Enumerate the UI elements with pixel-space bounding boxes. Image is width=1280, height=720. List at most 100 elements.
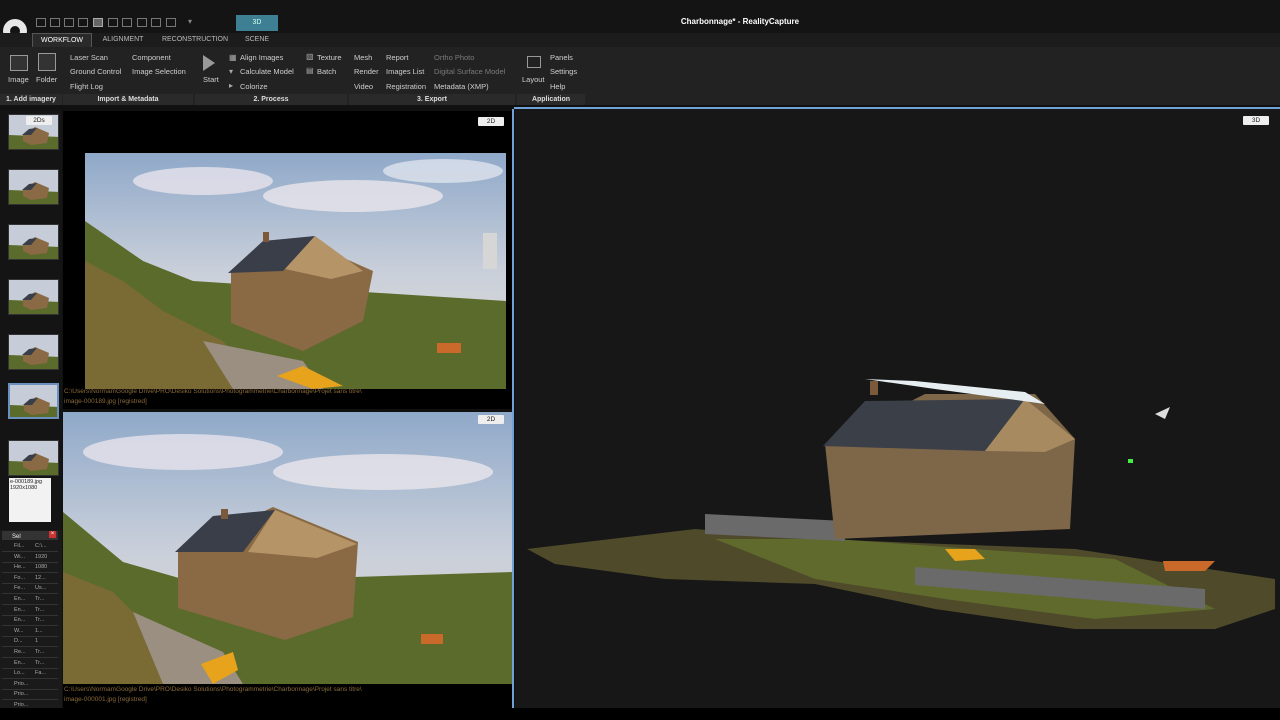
redo-icon[interactable] (166, 18, 176, 27)
tab-3d[interactable]: 3D (236, 15, 278, 31)
property-row[interactable]: He... 1080 (2, 562, 58, 574)
render-button[interactable]: Render (354, 67, 379, 76)
property-key: Prio... (14, 691, 29, 698)
layout-8-icon[interactable] (137, 18, 147, 27)
settings-button[interactable]: Settings (550, 67, 577, 76)
view-3d[interactable]: 3D (515, 109, 1280, 708)
tab-scene[interactable]: SCENE (240, 33, 274, 47)
colorize-button[interactable]: Colorize (240, 82, 268, 91)
folder-icon[interactable] (38, 53, 56, 71)
property-key: Re... (14, 649, 26, 655)
view-bottom-2d-badge[interactable]: 2D (478, 415, 504, 424)
group-application: Application (517, 94, 585, 105)
panels-button[interactable]: Panels (550, 53, 573, 62)
property-value: Fa... (35, 670, 47, 677)
images-list-button[interactable]: Images List (386, 67, 424, 76)
layout-3-icon[interactable] (64, 18, 74, 27)
component-button[interactable]: Component (132, 53, 171, 62)
view-3d-badge[interactable]: 3D (1243, 116, 1269, 125)
property-row[interactable]: En... Tr... (2, 615, 58, 627)
layout-1-icon[interactable] (36, 18, 46, 27)
property-value: 1080 (35, 564, 48, 571)
layout-4-icon[interactable] (78, 18, 88, 27)
video-button[interactable]: Video (354, 82, 373, 91)
start-icon[interactable] (203, 55, 215, 71)
property-key: W... (14, 627, 24, 634)
thumbnail-image (9, 170, 58, 204)
ground-control-button[interactable]: Ground Control (70, 67, 121, 76)
layout-7-icon[interactable] (122, 18, 132, 27)
property-key: Fe... (14, 585, 26, 592)
layout-icon[interactable] (527, 56, 541, 68)
property-row[interactable]: En... Tr... (2, 594, 58, 605)
flight-log-button[interactable]: Flight Log (70, 82, 103, 91)
mesh-button[interactable]: Mesh (354, 53, 372, 62)
thumbnail-tooltip: e-000189.jpg 1920x1080 (9, 478, 51, 522)
thumbnail-4[interactable] (8, 279, 59, 315)
bottom-edge (0, 708, 1280, 720)
property-value: Us... (35, 585, 47, 592)
property-row[interactable]: Prio... (2, 689, 58, 701)
layout-2-icon[interactable] (50, 18, 60, 27)
property-row[interactable]: Fil... C:\... (2, 541, 58, 552)
tab-alignment[interactable]: ALIGNMENT (96, 33, 150, 47)
property-row[interactable]: Re... Tr... (2, 647, 58, 658)
group-import-metadata: Import & Metadata (63, 94, 193, 105)
layout-6-icon[interactable] (108, 18, 118, 27)
ortho-photo-button[interactable]: Ortho Photo (434, 53, 474, 62)
dropdown-icon[interactable]: ▾ (188, 17, 192, 26)
property-key: Prio... (14, 680, 29, 687)
property-value: Tr... (35, 649, 45, 655)
batch-button[interactable]: Batch (317, 67, 336, 76)
property-row[interactable]: Lo... Fa... (2, 668, 58, 680)
help-button[interactable]: Help (550, 82, 565, 91)
image-button[interactable]: Image (8, 75, 29, 84)
batch-icon: ▤ (306, 66, 314, 75)
property-key: He... (14, 564, 26, 571)
folder-button[interactable]: Folder (36, 75, 57, 84)
property-row[interactable]: Wi... 1920 (2, 552, 58, 563)
view-separator[interactable] (512, 109, 514, 708)
thumbnail-5[interactable] (8, 334, 59, 370)
calculate-model-button[interactable]: Calculate Model (240, 67, 294, 76)
view-2d-bottom[interactable]: 2D C:\Users\Norman\Google Drive\PRO\Desi… (63, 412, 512, 708)
property-row[interactable]: D... 1 (2, 636, 58, 648)
align-images-button[interactable]: Align Images (240, 53, 283, 62)
property-key: En... (14, 659, 26, 666)
property-key: En... (14, 596, 26, 602)
close-icon[interactable]: × (49, 531, 56, 538)
start-button[interactable]: Start (203, 75, 219, 84)
metadata-button[interactable]: Metadata (XMP) (434, 82, 489, 91)
thumbnail-image (10, 385, 57, 417)
tab-reconstruction[interactable]: RECONSTRUCTION (158, 33, 232, 47)
property-row[interactable]: Fo... 12... (2, 573, 58, 584)
property-row[interactable]: Fe... Us... (2, 583, 58, 595)
thumbnail-3[interactable] (8, 224, 59, 260)
laser-scan-button[interactable]: Laser Scan (70, 53, 108, 62)
texture-button[interactable]: Texture (317, 53, 342, 62)
dsm-button[interactable]: Digital Surface Model (434, 67, 505, 76)
undo-icon[interactable] (151, 18, 161, 27)
strip-2ds-badge[interactable]: 2Ds (26, 116, 52, 125)
property-value: 12... (35, 574, 46, 581)
view-top-2d-badge[interactable]: 2D (478, 117, 504, 126)
property-row[interactable]: W... 1... (2, 626, 58, 637)
image-selection-button[interactable]: Image Selection (132, 67, 186, 76)
thumbnail-image (9, 280, 58, 314)
thumbnail-6[interactable] (8, 383, 59, 419)
registration-button[interactable]: Registration (386, 82, 426, 91)
view-2d-top[interactable]: 2D C:\Users\Norman\Google Drive\PRO\Desi… (63, 111, 512, 409)
report-button[interactable]: Report (386, 53, 409, 62)
tab-workflow[interactable]: WORKFLOW (32, 33, 92, 47)
layout-5-icon[interactable] (93, 18, 103, 27)
layout-button[interactable]: Layout (522, 75, 545, 84)
property-key: D... (14, 638, 23, 645)
property-value: 1920 (35, 553, 48, 560)
thumbnail-2[interactable] (8, 169, 59, 205)
property-value: C:\... (35, 543, 47, 549)
image-icon[interactable] (10, 55, 28, 71)
property-row[interactable]: Prio... (2, 679, 58, 690)
thumbnail-7[interactable] (8, 440, 59, 476)
property-row[interactable]: En... Tr... (2, 605, 58, 616)
property-row[interactable]: En... Tr... (2, 658, 58, 669)
